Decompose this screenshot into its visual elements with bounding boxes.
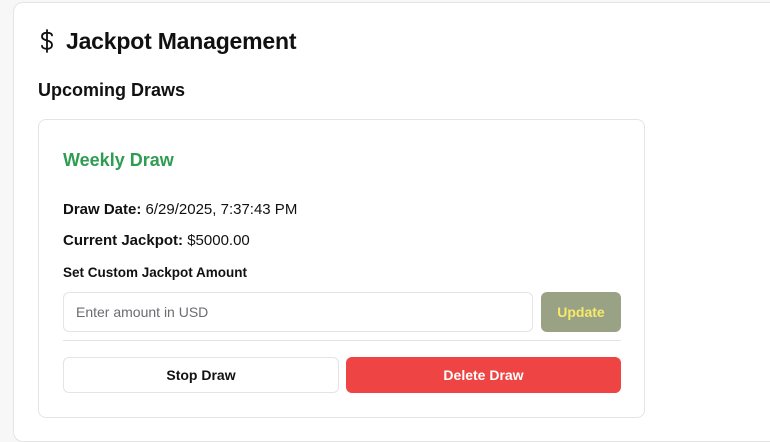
stop-draw-button[interactable]: Stop Draw (63, 357, 339, 393)
current-jackpot-label: Current Jackpot: (63, 232, 184, 249)
draw-card: Weekly Draw Draw Date: 6/29/2025, 7:37:4… (38, 119, 645, 418)
divider (63, 340, 621, 341)
page-title: Jackpot Management (66, 27, 297, 54)
section-title-upcoming-draws: Upcoming Draws (38, 80, 186, 100)
custom-jackpot-label: Set Custom Jackpot Amount (63, 265, 248, 280)
current-jackpot-value: $5000.00 (187, 232, 250, 249)
draw-name: Weekly Draw (63, 150, 174, 170)
page-header: Jackpot Management (39, 27, 297, 55)
draw-date-line: Draw Date: 6/29/2025, 7:37:43 PM (63, 201, 297, 218)
draw-date-value: 6/29/2025, 7:37:43 PM (145, 201, 298, 218)
jackpot-amount-input[interactable] (63, 292, 533, 332)
current-jackpot-line: Current Jackpot: $5000.00 (63, 232, 250, 249)
delete-draw-button[interactable]: Delete Draw (346, 357, 621, 393)
draw-date-label: Draw Date: (63, 201, 142, 218)
update-button[interactable]: Update (541, 292, 621, 332)
dollar-icon (39, 29, 55, 53)
